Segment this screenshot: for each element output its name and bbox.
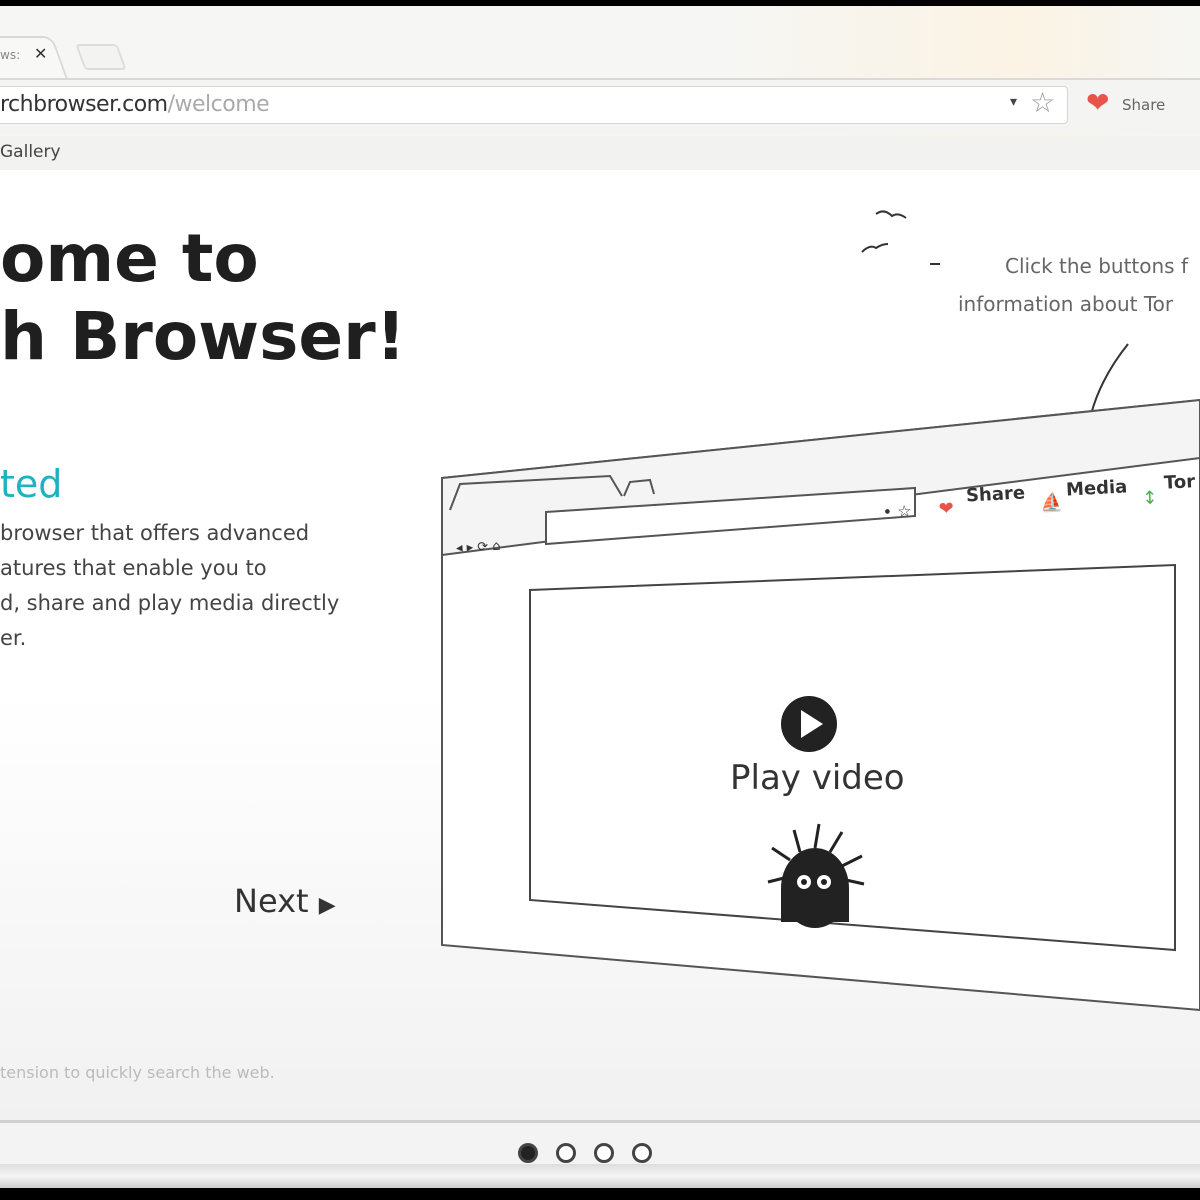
window-bottom-edge <box>0 1164 1200 1188</box>
sketch-torrent-button[interactable]: Tor <box>1163 471 1195 494</box>
pager-dot-1[interactable] <box>518 1143 538 1163</box>
hint-line1: Click the buttons f <box>1005 254 1188 278</box>
browser-illustration: ◂ ▸ ⟳ ⌂ • ☆ ❤ ⛵ ↕ <box>441 210 1200 1012</box>
hint-line2: information about Tor <box>958 292 1174 316</box>
sketch-torrent-icon: ↕ <box>1142 487 1158 509</box>
sketch-share-button[interactable]: Share <box>965 482 1025 506</box>
pager-dot-3[interactable] <box>594 1143 614 1163</box>
sketch-star-icon: • ☆ <box>882 501 912 521</box>
sketch-nav-icons: ◂ ▸ ⟳ ⌂ <box>456 539 501 556</box>
bird-icon <box>875 210 907 219</box>
pager-dot-2[interactable] <box>556 1143 576 1163</box>
bird-icon <box>861 243 889 253</box>
pager-dot-4[interactable] <box>632 1143 652 1163</box>
play-video-button[interactable]: Play video <box>730 758 905 798</box>
sketch-media-button[interactable]: Media <box>1065 476 1127 500</box>
sketch-heart-icon: ❤ <box>938 498 954 520</box>
sketch-media-icon: ⛵ <box>1040 491 1064 514</box>
